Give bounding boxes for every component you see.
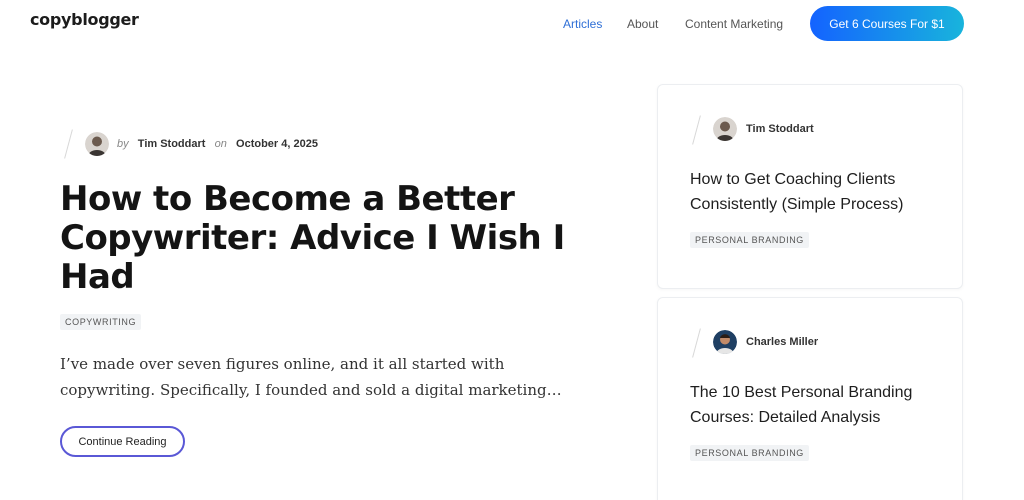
nav-articles[interactable]: Articles [563, 17, 602, 31]
card-author[interactable]: Tim Stoddart [746, 123, 814, 135]
category-tag[interactable]: PERSONAL BRANDING [690, 445, 809, 461]
article-card[interactable]: Tim Stoddart How to Get Coaching Clients… [657, 84, 963, 289]
post-excerpt: I’ve made over seven figures online, and… [60, 355, 562, 399]
continue-reading-button[interactable]: Continue Reading [60, 426, 185, 457]
meta-by: by [117, 138, 129, 150]
author-avatar-icon [85, 132, 109, 156]
author-avatar-icon [713, 330, 737, 354]
category-tag[interactable]: PERSONAL BRANDING [690, 232, 809, 248]
meta-author[interactable]: Tim Stoddart [138, 138, 206, 150]
card-title[interactable]: The 10 Best Personal Branding Courses: D… [690, 380, 940, 430]
site-logo[interactable]: copyblogger [30, 10, 139, 29]
get-courses-button[interactable]: Get 6 Courses For $1 [810, 6, 964, 41]
meta-divider [692, 328, 701, 358]
card-title[interactable]: How to Get Coaching Clients Consistently… [690, 167, 940, 217]
meta-divider [692, 115, 701, 145]
nav-about[interactable]: About [627, 17, 658, 31]
article-card[interactable]: Charles Miller The 10 Best Personal Bran… [657, 297, 963, 500]
meta-on: on [214, 138, 227, 150]
featured-title[interactable]: How to Become a Better Copywriter: Advic… [60, 180, 580, 297]
category-tag[interactable]: COPYWRITING [60, 314, 142, 330]
nav-content-marketing[interactable]: Content Marketing [685, 17, 783, 31]
meta-divider [64, 129, 73, 159]
post-meta: by Tim Stoddart on October 4, 2025 [117, 138, 318, 150]
meta-date: October 4, 2025 [236, 138, 318, 150]
card-author[interactable]: Charles Miller [746, 336, 818, 348]
author-avatar-icon [713, 117, 737, 141]
